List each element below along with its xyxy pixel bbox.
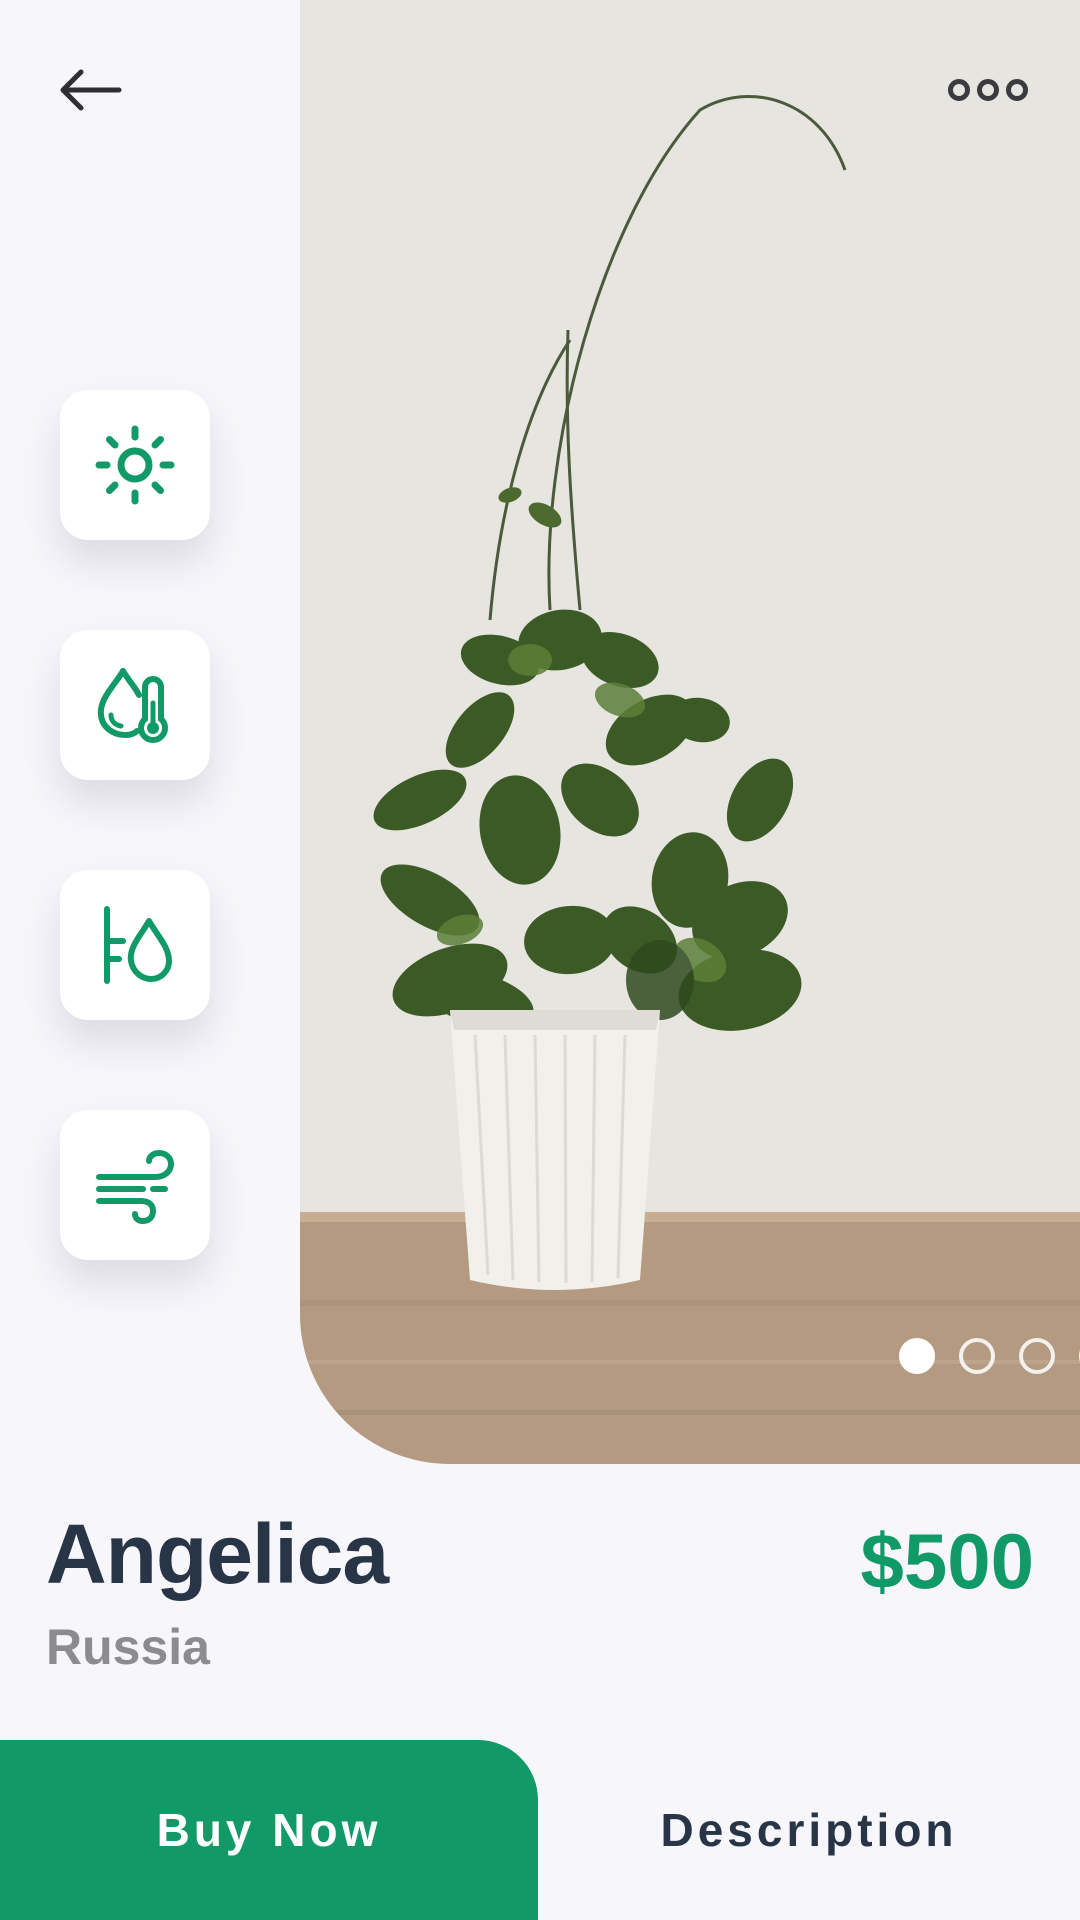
description-button[interactable]: Description [538,1740,1080,1920]
sun-icon [95,425,175,505]
pager-dot-3[interactable] [1019,1338,1055,1374]
feature-airflow-button[interactable] [60,1110,210,1260]
humidity-temperature-icon [97,668,168,743]
product-origin: Russia [46,1619,210,1675]
pager-dot-2[interactable] [959,1338,995,1374]
wind-icon [96,1149,175,1225]
product-price: $500 [860,1517,1034,1605]
back-button[interactable] [50,60,130,120]
product-name: Angelica [46,1507,389,1601]
more-horizontal-icon [948,79,1028,101]
water-level-icon [104,906,172,984]
product-detail-screen: Angelica Russia $500 Buy Now Description [0,0,1080,1920]
more-options-button[interactable] [940,70,1036,110]
plant-image [300,0,1080,1464]
arrow-left-icon [60,69,122,111]
plant-photo[interactable] [300,0,1080,1464]
feature-humidity-button[interactable] [60,630,210,780]
pager-dot-1[interactable] [899,1338,935,1374]
feature-sunlight-button[interactable] [60,390,210,540]
buy-now-button[interactable]: Buy Now [0,1740,538,1920]
feature-watering-button[interactable] [60,870,210,1020]
image-pager [899,1338,1080,1374]
